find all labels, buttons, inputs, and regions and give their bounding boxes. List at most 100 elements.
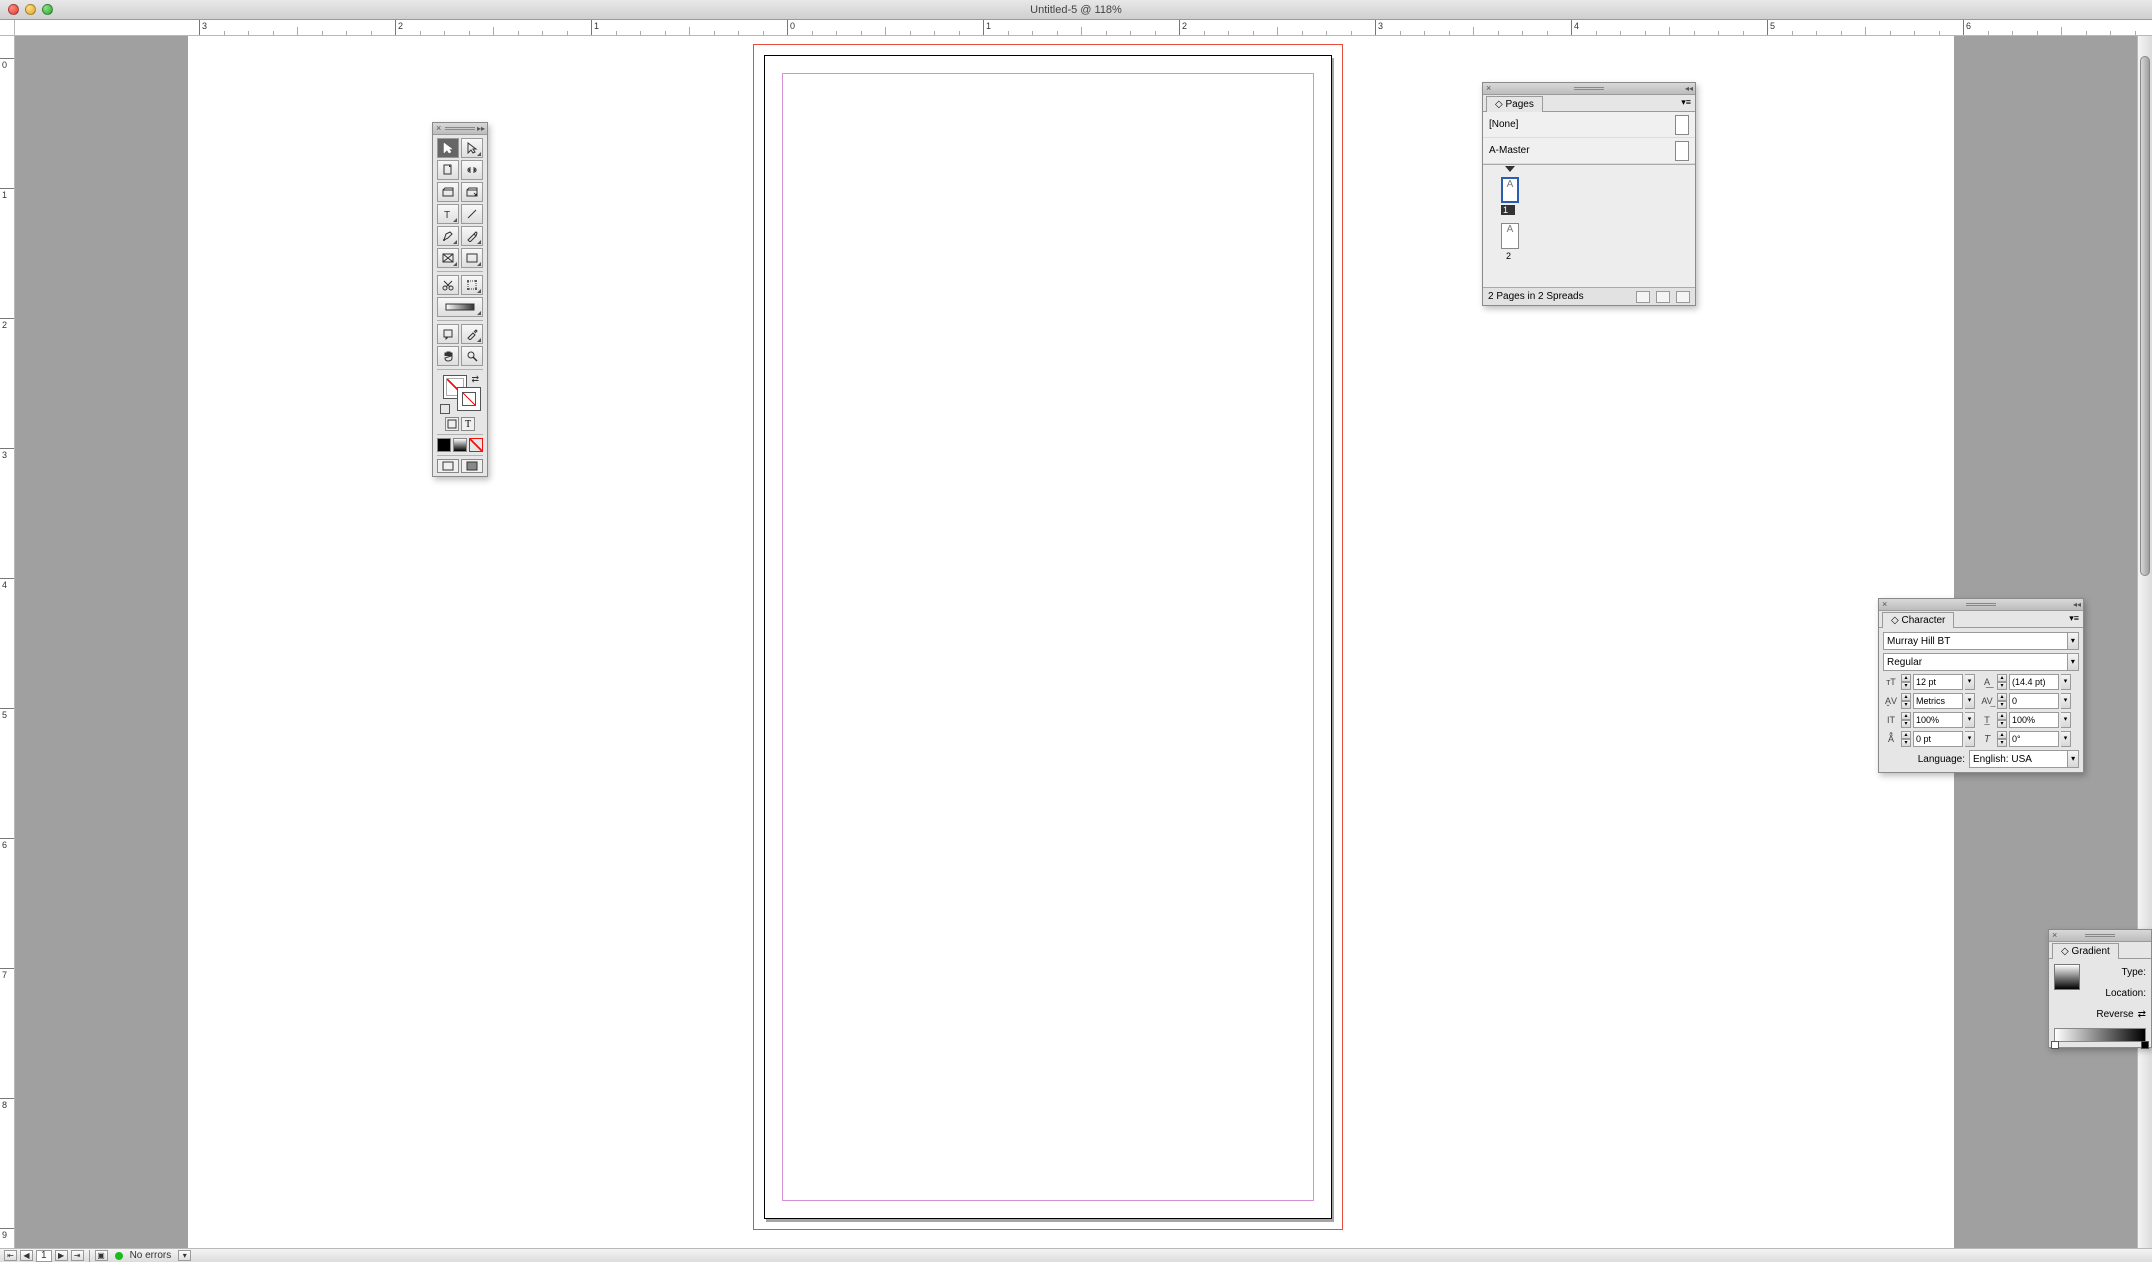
formatting-text-button[interactable]: T: [461, 417, 475, 431]
master-pages-list[interactable]: [None] A-Master: [1483, 112, 1695, 165]
gradient-tab[interactable]: ◇ Gradient: [2052, 943, 2119, 959]
skew-icon: T: [1979, 731, 1995, 747]
page-number-field[interactable]: 1: [36, 1250, 52, 1262]
apply-color-button[interactable]: [437, 438, 451, 452]
close-icon[interactable]: ×: [2052, 931, 2060, 939]
collapse-icon[interactable]: ◂◂: [2073, 600, 2081, 609]
ruler-origin[interactable]: [0, 20, 15, 36]
zoom-window-button[interactable]: [42, 4, 53, 15]
collapse-icon[interactable]: ▸▸: [477, 124, 485, 133]
horizontal-ruler[interactable]: 3210123456: [15, 20, 2152, 36]
type-tool[interactable]: T: [437, 204, 459, 224]
master-a-row[interactable]: A-Master: [1483, 138, 1695, 164]
minimize-window-button[interactable]: [25, 4, 36, 15]
tools-panel-header[interactable]: × ▸▸: [433, 123, 487, 135]
first-page-button[interactable]: ⇤: [4, 1250, 17, 1261]
eyedropper-tool[interactable]: [461, 324, 483, 344]
page-thumb-2[interactable]: A: [1501, 223, 1519, 249]
page-spread: [753, 44, 1343, 1230]
gradient-stop-end[interactable]: [2141, 1041, 2149, 1049]
page-1[interactable]: [764, 55, 1332, 1219]
content-collector-tool[interactable]: [437, 182, 459, 202]
vertical-ruler[interactable]: 0123456789: [0, 36, 15, 1248]
zoom-tool[interactable]: [461, 346, 483, 366]
horizontal-scrollbar[interactable]: ⇤ ◀ 1 ▶ ⇥ ▣ No errors ▾: [0, 1248, 2152, 1262]
baseline-shift-field[interactable]: [1913, 731, 1963, 747]
preflight-status-text: No errors: [130, 1250, 172, 1261]
hand-tool[interactable]: [437, 346, 459, 366]
rectangle-frame-tool[interactable]: [437, 248, 459, 268]
page-thumb-1[interactable]: A: [1501, 177, 1519, 203]
preview-mode-button[interactable]: [461, 459, 483, 473]
page-tool[interactable]: [437, 160, 459, 180]
character-tab[interactable]: ◇ Character: [1882, 612, 1954, 628]
gradient-swatch[interactable]: [2054, 964, 2080, 990]
next-page-button[interactable]: ▶: [55, 1250, 68, 1261]
master-name: [None]: [1489, 119, 1518, 130]
close-icon[interactable]: ×: [1882, 600, 1890, 608]
gap-tool[interactable]: [461, 160, 483, 180]
master-thumb[interactable]: [1675, 141, 1689, 161]
swap-fill-stroke-icon[interactable]: ⇄: [471, 374, 479, 385]
pen-tool[interactable]: [437, 226, 459, 246]
line-tool[interactable]: [461, 204, 483, 224]
gradient-swatch-tool[interactable]: [437, 297, 483, 317]
delete-page-button[interactable]: [1676, 291, 1690, 303]
note-tool[interactable]: [437, 324, 459, 344]
last-page-button[interactable]: ⇥: [71, 1250, 84, 1261]
selection-tool[interactable]: [437, 138, 459, 158]
language-field[interactable]: ▾: [1969, 750, 2079, 768]
gradient-ramp[interactable]: [2054, 1028, 2146, 1042]
font-size-field[interactable]: [1913, 674, 1963, 690]
vertical-scrollbar[interactable]: [2137, 36, 2152, 1248]
normal-view-button[interactable]: [437, 459, 459, 473]
fill-stroke-swatch[interactable]: ⇄: [437, 373, 483, 415]
free-transform-tool[interactable]: [461, 275, 483, 295]
preflight-menu-button[interactable]: ▾: [178, 1250, 191, 1261]
vertical-scale-field[interactable]: [1913, 712, 1963, 728]
panel-menu-button[interactable]: ▾≡: [1677, 95, 1695, 110]
master-thumb[interactable]: [1675, 115, 1689, 135]
rectangle-tool[interactable]: [461, 248, 483, 268]
vertical-scroll-thumb[interactable]: [2140, 56, 2150, 576]
margin-guide: [782, 73, 1314, 1201]
collapse-icon[interactable]: ◂◂: [1685, 84, 1693, 93]
leading-field[interactable]: [2009, 674, 2059, 690]
formatting-container-button[interactable]: [445, 417, 459, 431]
new-page-button[interactable]: [1656, 291, 1670, 303]
pages-tab[interactable]: ◇ Pages: [1486, 96, 1543, 112]
open-button[interactable]: ▣: [95, 1250, 108, 1261]
font-style-field[interactable]: ▾: [1883, 653, 2079, 671]
panel-grip[interactable]: [445, 127, 475, 131]
document-pages-list[interactable]: A 1 A 2: [1483, 165, 1695, 287]
kerning-field[interactable]: [1913, 693, 1963, 709]
content-placer-tool[interactable]: [461, 182, 483, 202]
font-family-field[interactable]: ▾: [1883, 632, 2079, 650]
direct-selection-tool[interactable]: [461, 138, 483, 158]
default-fill-stroke-icon[interactable]: [440, 404, 450, 414]
edit-page-size-button[interactable]: [1636, 291, 1650, 303]
panel-menu-button[interactable]: ▾≡: [2065, 611, 2083, 626]
horizontal-scale-field[interactable]: [2009, 712, 2059, 728]
apply-none-button[interactable]: [469, 438, 483, 452]
titlebar: Untitled-5 @ 118%: [0, 0, 2152, 20]
gradient-panel-header[interactable]: ×: [2049, 930, 2151, 942]
close-window-button[interactable]: [8, 4, 19, 15]
document-viewport[interactable]: [15, 36, 2137, 1248]
stroke-swatch[interactable]: [457, 387, 481, 411]
character-panel-header[interactable]: × ◂◂: [1879, 599, 2083, 611]
vertical-scale-icon: IT: [1883, 712, 1899, 728]
reverse-gradient-button[interactable]: ⇄: [2138, 1009, 2146, 1020]
gradient-stop-start[interactable]: [2051, 1041, 2059, 1049]
prev-page-button[interactable]: ◀: [20, 1250, 33, 1261]
pencil-tool[interactable]: [461, 226, 483, 246]
scissors-tool[interactable]: [437, 275, 459, 295]
close-icon[interactable]: ×: [436, 124, 444, 132]
pages-panel-header[interactable]: × ◂◂: [1483, 83, 1695, 95]
tracking-field[interactable]: [2009, 693, 2059, 709]
skew-field[interactable]: [2009, 731, 2059, 747]
close-icon[interactable]: ×: [1486, 84, 1494, 92]
master-none-row[interactable]: [None]: [1483, 112, 1695, 138]
character-panel: ×◂◂ ◇ Character▾≡ ▾ ▾ тT▴▾▾ A͟▴▾▾ A̬V▴▾▾…: [1878, 598, 2084, 773]
apply-gradient-button[interactable]: [453, 438, 467, 452]
